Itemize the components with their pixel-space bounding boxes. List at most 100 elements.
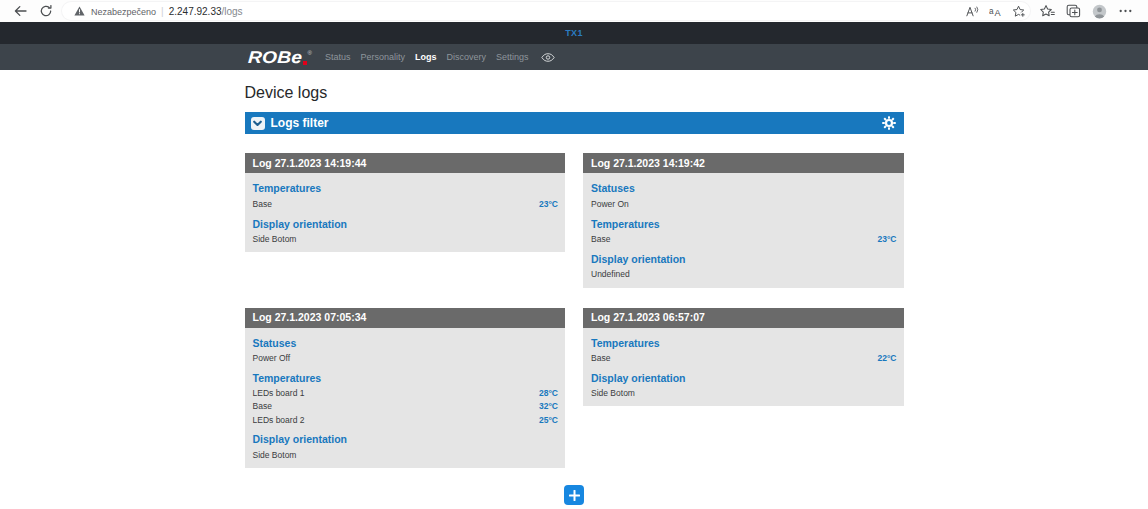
log-section-link[interactable]: Display orientation [253, 215, 559, 234]
address-text: Nezabezpečeno | 2.247.92.33/logs [91, 6, 243, 17]
robe-logo[interactable]: ROBe ® [248, 49, 312, 66]
log-item: Power Off [253, 352, 559, 365]
site-warning-icon [74, 6, 85, 16]
log-item-name: Base [253, 198, 272, 211]
logs-grid: Log 27.1.2023 14:19:44TemperaturesBase23… [245, 153, 904, 468]
collections-button[interactable] [1062, 2, 1084, 20]
log-item-value: 22°C [878, 352, 897, 365]
robe-logo-text: ROBe [247, 49, 302, 66]
log-item: Side Botom [253, 233, 559, 246]
nav-items: StatusPersonalityLogsDiscoverySettings [320, 44, 534, 70]
plus-icon [569, 490, 580, 501]
filter-label: Logs filter [271, 116, 329, 130]
add-log-button[interactable] [564, 485, 584, 505]
log-card: Log 27.1.2023 14:19:44 TemperaturesBase 23… [245, 153, 566, 252]
profile-avatar [1092, 4, 1107, 19]
log-card-body: TemperaturesBase 22°C Display orientationS… [583, 328, 904, 407]
log-item: Base 23°C [253, 198, 559, 211]
log-item: Side Botom [253, 449, 559, 462]
favorites-icon [1040, 4, 1055, 18]
log-card-body: TemperaturesBase 23°C Display orientationS… [245, 173, 566, 252]
log-item-name: Side Botom [253, 233, 297, 246]
navbar-inner: ROBe ® StatusPersonalityLogsDiscoverySet… [245, 44, 904, 70]
nav-item-logs[interactable]: Logs [410, 44, 442, 70]
log-item: Power On [591, 198, 897, 211]
back-button[interactable] [9, 2, 31, 20]
device-title-bar: TX1 [0, 22, 1148, 44]
nav-item-discovery[interactable]: Discovery [442, 44, 492, 70]
log-section-link[interactable]: Temperatures [591, 215, 897, 234]
log-item-value: 32°C [539, 400, 558, 413]
log-item-value: 23°C [878, 233, 897, 246]
log-card-title[interactable]: Log 27.1.2023 07:05:34 [245, 308, 566, 328]
log-item-name: Undefined [591, 268, 630, 281]
favorite-star-add-icon [1012, 5, 1026, 18]
nav-item-personality[interactable]: Personality [355, 44, 410, 70]
log-card-title[interactable]: Log 27.1.2023 14:19:44 [245, 153, 566, 173]
log-section-link[interactable]: Display orientation [591, 369, 897, 388]
filter-expand-button[interactable] [251, 117, 265, 130]
registered-mark: ® [308, 50, 312, 56]
log-item-name: Base [253, 400, 272, 413]
main-navbar: ROBe ® StatusPersonalityLogsDiscoverySet… [0, 44, 1148, 70]
log-card-title[interactable]: Log 27.1.2023 14:19:42 [583, 153, 904, 173]
content-container: Device logs Logs filter [245, 84, 904, 505]
log-card-body: StatusesPower OffTemperaturesLEDs board … [245, 328, 566, 469]
log-card: Log 27.1.2023 06:57:07 TemperaturesBase 22… [583, 308, 904, 407]
live-view-button[interactable] [541, 53, 555, 62]
security-label[interactable]: Nezabezpečeno [91, 7, 156, 17]
collections-icon [1066, 4, 1081, 18]
filter-settings-button[interactable] [882, 116, 896, 130]
log-item: Undefined [591, 268, 897, 281]
eye-icon [541, 53, 555, 62]
page-title: Device logs [245, 84, 904, 102]
log-item-name: Power On [591, 198, 629, 211]
refresh-icon [40, 5, 52, 17]
logs-filter-bar[interactable]: Logs filter [245, 112, 904, 134]
log-item: Side Botom [591, 387, 897, 400]
gear-icon [882, 116, 896, 130]
read-aloud-button[interactable] [965, 2, 980, 20]
log-section-link[interactable]: Display orientation [253, 430, 559, 449]
refresh-button[interactable] [35, 2, 57, 20]
log-section-link[interactable]: Temperatures [253, 179, 559, 198]
add-favorite-button[interactable] [1011, 2, 1026, 20]
browser-toolbar: Nezabezpečeno | 2.247.92.33/logs a A [0, 0, 1148, 22]
log-section-link[interactable]: Statuses [591, 179, 897, 198]
log-card-body: StatusesPower On TemperaturesBase 23°C Disp… [583, 173, 904, 287]
log-card-title[interactable]: Log 27.1.2023 06:57:07 [583, 308, 904, 328]
settings-menu-button[interactable] [1114, 2, 1136, 20]
log-item: Base 32°C [253, 400, 559, 413]
log-item-name: Side Botom [591, 387, 635, 400]
url-host[interactable]: 2.247.92.33 [169, 6, 222, 17]
add-button-row [245, 485, 904, 505]
browser-action-buttons [1036, 2, 1136, 20]
log-item-name: LEDs board 1 [253, 387, 305, 400]
log-section-link[interactable]: Display orientation [591, 250, 897, 269]
chevron-down-icon [253, 120, 262, 127]
log-card: Log 27.1.2023 07:05:34 StatusesPower Off T… [245, 308, 566, 469]
url-path[interactable]: /logs [222, 6, 243, 17]
more-options-icon [1119, 9, 1132, 13]
log-section-link[interactable]: Temperatures [591, 334, 897, 353]
log-item-name: Base [591, 233, 610, 246]
address-bar[interactable]: Nezabezpečeno | 2.247.92.33/logs a A [62, 2, 1030, 20]
favorites-button[interactable] [1036, 2, 1058, 20]
robe-logo-red-dot [303, 61, 307, 65]
svg-text:a: a [989, 7, 994, 16]
log-item-name: Power Off [253, 352, 291, 365]
log-section-link[interactable]: Temperatures [253, 369, 559, 388]
translate-button[interactable]: a A [988, 2, 1003, 20]
log-item: LEDs board 225°C [253, 414, 559, 427]
nav-item-settings[interactable]: Settings [491, 44, 534, 70]
nav-item-status[interactable]: Status [320, 44, 356, 70]
log-section-link[interactable]: Statuses [253, 334, 559, 353]
log-item: LEDs board 128°C [253, 387, 559, 400]
log-card: Log 27.1.2023 14:19:42 StatusesPower On Te… [583, 153, 904, 287]
read-aloud-icon [966, 6, 979, 17]
log-item-name: Base [591, 352, 610, 365]
log-item: Base 23°C [591, 233, 897, 246]
log-item-value: 23°C [539, 198, 558, 211]
device-tag: TX1 [565, 28, 582, 38]
profile-button[interactable] [1088, 2, 1110, 20]
